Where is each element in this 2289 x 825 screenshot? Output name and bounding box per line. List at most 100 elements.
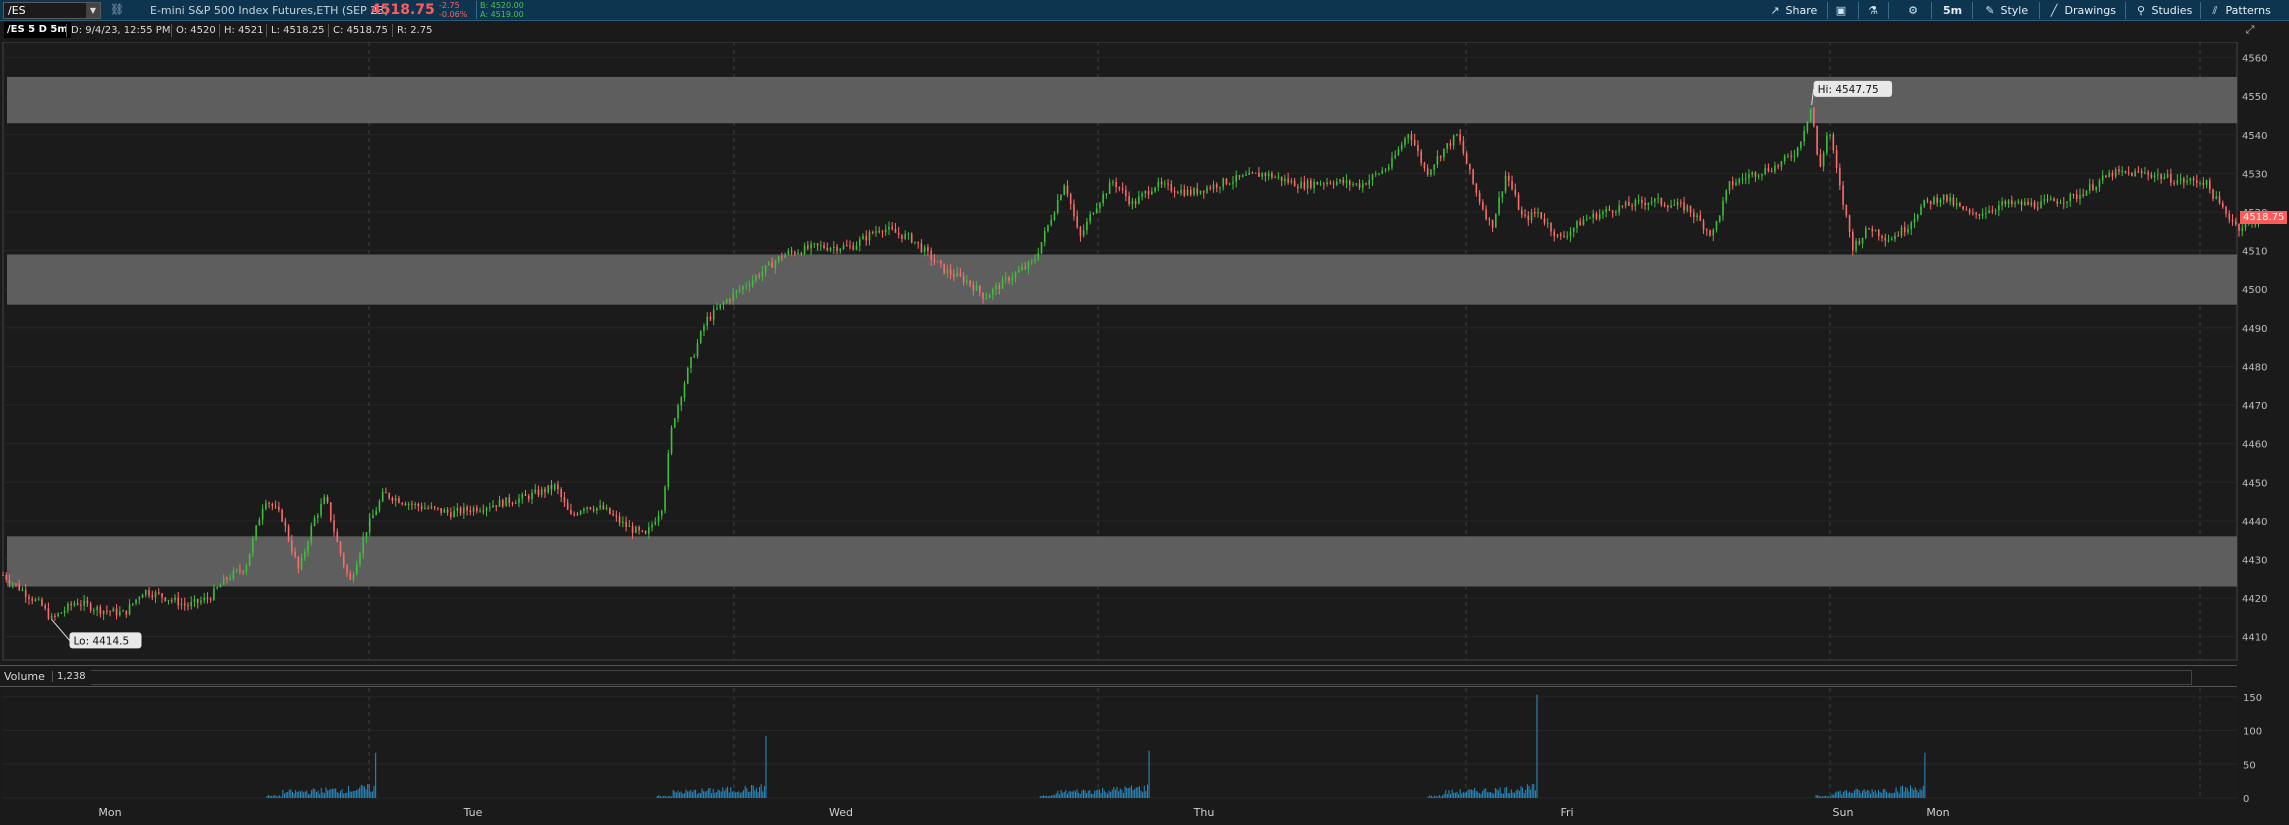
x-tick-label: Mon	[98, 806, 121, 819]
candle-body	[1913, 219, 1916, 223]
candle-body	[1167, 183, 1169, 185]
candle-body	[1777, 165, 1779, 167]
candle-body	[1965, 209, 1968, 211]
volume-bar	[666, 796, 668, 798]
candle-body	[1933, 197, 1935, 205]
candle-body	[1011, 277, 1014, 281]
candle-body	[729, 299, 731, 301]
candle-body	[37, 599, 40, 601]
candle-body	[615, 515, 618, 517]
candle-body	[881, 231, 884, 233]
candle-body	[1637, 200, 1640, 202]
candle-body	[592, 509, 595, 511]
volume-bar	[1089, 790, 1091, 798]
candle-body	[213, 588, 215, 601]
candle-body	[579, 510, 582, 515]
candle-body	[1572, 227, 1575, 232]
link-icon[interactable]: ⛓	[110, 3, 124, 17]
volume-bar	[1826, 796, 1828, 798]
candle-body	[1978, 214, 1981, 216]
volume-bar	[1446, 794, 1448, 798]
timeframe-button[interactable]: 5m	[1943, 3, 1962, 18]
candle-body	[18, 583, 21, 591]
candle-body	[953, 274, 955, 277]
volume-bar	[359, 787, 361, 798]
volume-bar	[349, 791, 351, 798]
candle-body	[1475, 183, 1478, 193]
volume-bar	[1837, 791, 1839, 798]
candle-body	[294, 551, 296, 557]
volume-bar	[309, 793, 311, 798]
flask-button[interactable]: ⚗	[1866, 3, 1880, 18]
candle-body	[1008, 277, 1010, 281]
symbol-selector[interactable]: /ES ▼	[3, 2, 101, 19]
candle-body	[1780, 161, 1783, 167]
volume-bar	[1443, 793, 1445, 798]
style-label: Style	[2000, 4, 2029, 17]
candle-body	[1212, 184, 1215, 189]
volume-bar	[1908, 791, 1910, 798]
candle-body	[1611, 210, 1614, 213]
volume-bar	[1070, 791, 1072, 798]
candle-body	[891, 226, 894, 230]
candle-body	[1751, 172, 1754, 175]
volume-bar	[375, 752, 377, 798]
drawings-button[interactable]: ╱ Drawings	[2047, 3, 2116, 18]
candle-body	[1222, 178, 1225, 188]
volume-bar	[763, 786, 765, 798]
candle-body	[631, 526, 634, 533]
style-button[interactable]: ✎ Style	[1983, 3, 2028, 18]
candle-body	[550, 485, 553, 490]
studies-button[interactable]: ⚲ Studies	[2134, 3, 2192, 18]
price-tick-label: 4430	[2242, 555, 2267, 566]
candle-body	[664, 487, 666, 511]
candle-body	[596, 507, 598, 511]
candle-body	[2137, 171, 2140, 173]
volume-bar	[1042, 795, 1044, 798]
candle-body	[949, 269, 952, 275]
candle-body	[508, 497, 511, 504]
candle-body	[1553, 231, 1556, 237]
candle-body	[1014, 272, 1017, 278]
volume-chart[interactable]: 0 50 100 150 Mon Tue Wed Thu Fri Sun Mon	[0, 688, 2289, 825]
candle-body	[1852, 231, 1854, 251]
patterns-button[interactable]: ⫽ Patterns	[2208, 3, 2271, 18]
chevron-down-icon[interactable]: ▼	[86, 3, 100, 18]
candle-body	[2075, 194, 2078, 199]
candle-body	[1621, 205, 1624, 207]
candle-body	[1498, 197, 1500, 214]
candle-body	[699, 331, 702, 343]
candle-body	[102, 610, 105, 614]
candle-body	[261, 508, 264, 520]
candle-body	[563, 497, 566, 503]
volume-bar	[693, 789, 695, 798]
candle-body	[742, 286, 744, 290]
study-title[interactable]: /ES 5 D 5m	[4, 22, 71, 38]
candle-body	[1689, 205, 1692, 213]
settings-button[interactable]: ⚙	[1906, 3, 1920, 18]
volume-bar	[1071, 791, 1073, 798]
candle-body	[469, 510, 472, 512]
volume-bar	[368, 784, 370, 798]
candle-body	[1835, 150, 1838, 169]
share-button[interactable]: ↗ Share	[1768, 3, 1817, 18]
candle-body	[401, 502, 403, 504]
maximize-icon[interactable]: ⤢	[2243, 23, 2257, 37]
candle-body	[673, 418, 676, 428]
candle-body	[1183, 189, 1186, 196]
candle-body	[1404, 138, 1406, 145]
price-tick-label: 4450	[2242, 478, 2267, 489]
volume-bar	[1079, 794, 1081, 798]
candle-body	[2134, 171, 2136, 177]
candle-body	[1939, 199, 1942, 203]
price-chart[interactable]: Hi: 4547.75 Lo: 4414.5 4410 4420 4430 4440 445…	[0, 42, 2289, 664]
candle-body	[1030, 261, 1033, 263]
net-change-percent: -0.06%	[439, 10, 468, 19]
volume-bar	[1130, 785, 1132, 798]
volume-bar	[706, 791, 708, 798]
candle-body	[1890, 239, 1893, 241]
candle-body	[1465, 153, 1468, 164]
candle-body	[1228, 183, 1231, 185]
volume-bar	[1818, 796, 1820, 798]
snapshot-button[interactable]: ▣	[1834, 3, 1848, 18]
